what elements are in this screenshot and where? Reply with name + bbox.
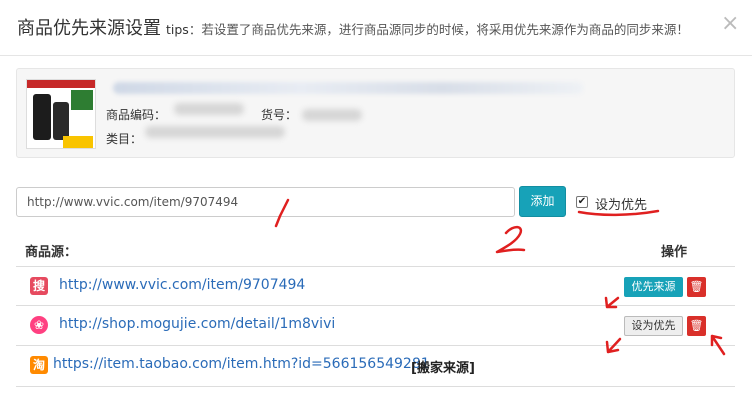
product-code-label: 商品编码：: [106, 108, 167, 122]
item-no-redacted: [302, 109, 362, 121]
tips-label: tips: [166, 22, 189, 37]
taobao-source-icon: 淘: [30, 356, 48, 374]
source-link-vvic[interactable]: http://www.vvic.com/item/9707494: [59, 277, 305, 293]
column-header-source: 商品源：: [25, 245, 78, 260]
source-link-mogujie[interactable]: http://shop.mogujie.com/detail/1m8vivi: [59, 316, 335, 332]
priority-source-button[interactable]: 优先来源: [624, 277, 683, 297]
close-icon[interactable]: ×: [721, 13, 739, 35]
category-redacted: [145, 126, 285, 138]
product-name-redacted: [113, 82, 583, 94]
product-thumbnail: [26, 79, 96, 149]
delete-icon[interactable]: 🗑: [687, 277, 706, 297]
annotation-number-2: [495, 225, 526, 254]
source-link-taobao[interactable]: https://item.taobao.com/item.htm?id=5661…: [53, 356, 430, 372]
modal-title: 商品优先来源设置: [17, 18, 161, 39]
mogujie-source-icon: ❀: [30, 316, 48, 334]
table-divider: [16, 386, 735, 387]
column-header-actions: 操作: [661, 245, 688, 260]
tips-body: ：若设置了商品优先来源，进行商品源同步的时候，将采用优先来源作为商品的同步来源！: [188, 22, 689, 37]
set-priority-button[interactable]: 设为优先: [624, 316, 683, 336]
tips-text: tips：若设置了商品优先来源，进行商品源同步的时候，将采用优先来源作为商品的同…: [166, 19, 689, 38]
priority-checkbox[interactable]: ✔: [576, 196, 588, 208]
delete-icon[interactable]: 🗑: [687, 316, 706, 336]
item-no-label: 货号：: [261, 108, 298, 122]
modal-header: 商品优先来源设置 tips：若设置了商品优先来源，进行商品源同步的时候，将采用优…: [0, 0, 752, 56]
priority-checkbox-label[interactable]: 设为优先: [595, 194, 647, 213]
product-code-redacted: [174, 103, 244, 115]
add-button[interactable]: 添加: [519, 186, 566, 217]
migration-source-note: [搬家来源]: [411, 361, 475, 376]
table-divider: [16, 305, 735, 306]
table-divider: [16, 266, 735, 267]
source-url-input[interactable]: [16, 187, 515, 217]
vvic-source-icon: 搜: [30, 277, 48, 295]
category-label: 类目：: [106, 132, 143, 146]
table-divider: [16, 345, 735, 346]
product-info-panel: 商品编码： 货号： 类目：: [16, 68, 735, 158]
